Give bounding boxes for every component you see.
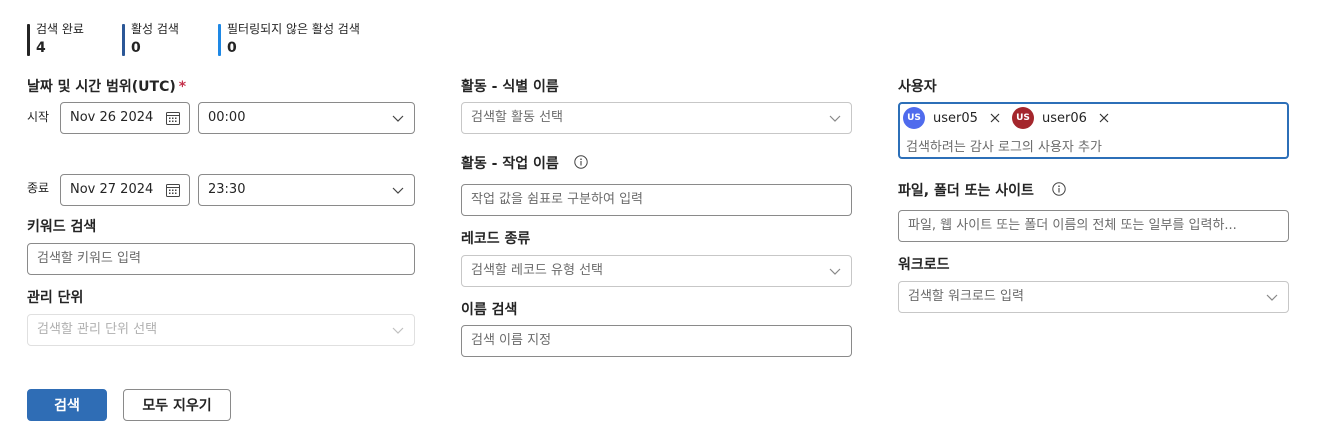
required-mark: * [178,79,187,95]
search-name-label: 이름 검색 [461,302,518,318]
file-folder-site-label: 파일, 폴더 또는 사이트 [898,183,1034,199]
stat-label: 검색 완료 [36,22,84,36]
keyword-placeholder: 검색할 키워드 입력 [37,251,141,266]
record-type-label: 레코드 종류 [461,231,531,247]
users-label: 사용자 [898,79,937,95]
activity-operation-placeholder: 작업 값을 쉼표로 구분하여 입력 [471,192,644,207]
start-label: 시작 [27,110,50,124]
users-picker[interactable]: US user05 US user06 검색하려는 감사 로그의 사용자 추가 [898,102,1289,159]
close-icon[interactable] [1099,113,1109,123]
stat-bar [122,24,125,56]
activity-friendly-label: 활동 - 식별 이름 [461,79,559,95]
chevron-down-icon [392,327,404,334]
chevron-down-icon [829,268,841,275]
record-type-dropdown[interactable]: 검색할 레코드 유형 선택 [461,255,852,287]
start-time-dropdown[interactable]: 00:00 [198,102,415,134]
admin-unit-placeholder: 검색할 관리 단위 선택 [37,322,158,337]
search-name-placeholder: 검색 이름 지정 [471,333,552,348]
stat-label: 필터링되지 않은 활성 검색 [227,22,360,36]
end-date-picker[interactable]: Nov 27 2024 [60,174,190,206]
chevron-down-icon [392,187,404,194]
end-time-dropdown[interactable]: 23:30 [198,174,415,206]
chevron-down-icon [829,115,841,122]
activity-friendly-dropdown[interactable]: 검색할 활동 선택 [461,102,852,134]
end-date-value: Nov 27 2024 [70,182,154,197]
stat-bar [27,24,30,56]
stat-value: 4 [36,40,46,56]
info-icon[interactable] [1052,182,1066,196]
stat-value: 0 [227,40,237,56]
workload-placeholder: 검색할 워크로드 입력 [908,289,1024,304]
activity-operation-label: 활동 - 작업 이름 [461,156,559,172]
keyword-label: 키워드 검색 [27,219,97,235]
stat-value: 0 [131,40,141,56]
keyword-input[interactable]: 검색할 키워드 입력 [27,243,415,275]
file-folder-site-placeholder: 파일, 웹 사이트 또는 폴더 이름의 전체 또는 일부를 입력하... [908,218,1237,233]
activity-friendly-placeholder: 검색할 활동 선택 [471,110,563,125]
admin-unit-label: 관리 단위 [27,290,84,306]
start-date-picker[interactable]: Nov 26 2024 [60,102,190,134]
stat-bar [218,24,221,56]
start-date-value: Nov 26 2024 [70,110,154,125]
stat-active: 활성 검색 0 [122,22,179,56]
stat-unfiltered-active: 필터링되지 않은 활성 검색 0 [218,22,360,56]
info-icon[interactable] [574,155,588,169]
search-name-input[interactable]: 검색 이름 지정 [461,325,852,357]
end-time-value: 23:30 [208,182,246,197]
date-range-label: 날짜 및 시간 범위(UTC) * [27,78,186,96]
admin-unit-dropdown: 검색할 관리 단위 선택 [27,314,415,346]
users-search-input[interactable]: 검색하려는 감사 로그의 사용자 추가 [906,136,1102,155]
close-icon[interactable] [990,113,1000,123]
calendar-icon[interactable] [165,110,181,126]
avatar: US [1012,107,1034,129]
end-label: 종료 [27,181,50,195]
user-chip-user06[interactable]: US user06 [1012,106,1109,130]
chevron-down-icon [1266,294,1278,301]
calendar-icon[interactable] [165,182,181,198]
start-time-value: 00:00 [208,110,246,125]
record-type-placeholder: 검색할 레코드 유형 선택 [471,263,603,278]
chevron-down-icon [392,115,404,122]
avatar: US [903,107,925,129]
stat-label: 활성 검색 [131,22,179,36]
workload-label: 워크로드 [898,257,950,273]
activity-operation-input[interactable]: 작업 값을 쉼표로 구분하여 입력 [461,184,852,216]
clear-all-button[interactable]: 모두 지우기 [123,389,231,421]
date-range-label-text: 날짜 및 시간 범위(UTC) [27,79,176,95]
file-folder-site-input[interactable]: 파일, 웹 사이트 또는 폴더 이름의 전체 또는 일부를 입력하... [898,210,1289,242]
user-chip-name: user05 [933,110,978,126]
stat-completed: 검색 완료 4 [27,22,84,56]
workload-dropdown[interactable]: 검색할 워크로드 입력 [898,281,1289,313]
user-chip-name: user06 [1042,110,1087,126]
user-chip-user05[interactable]: US user05 [903,106,1000,130]
search-button[interactable]: 검색 [27,389,107,421]
